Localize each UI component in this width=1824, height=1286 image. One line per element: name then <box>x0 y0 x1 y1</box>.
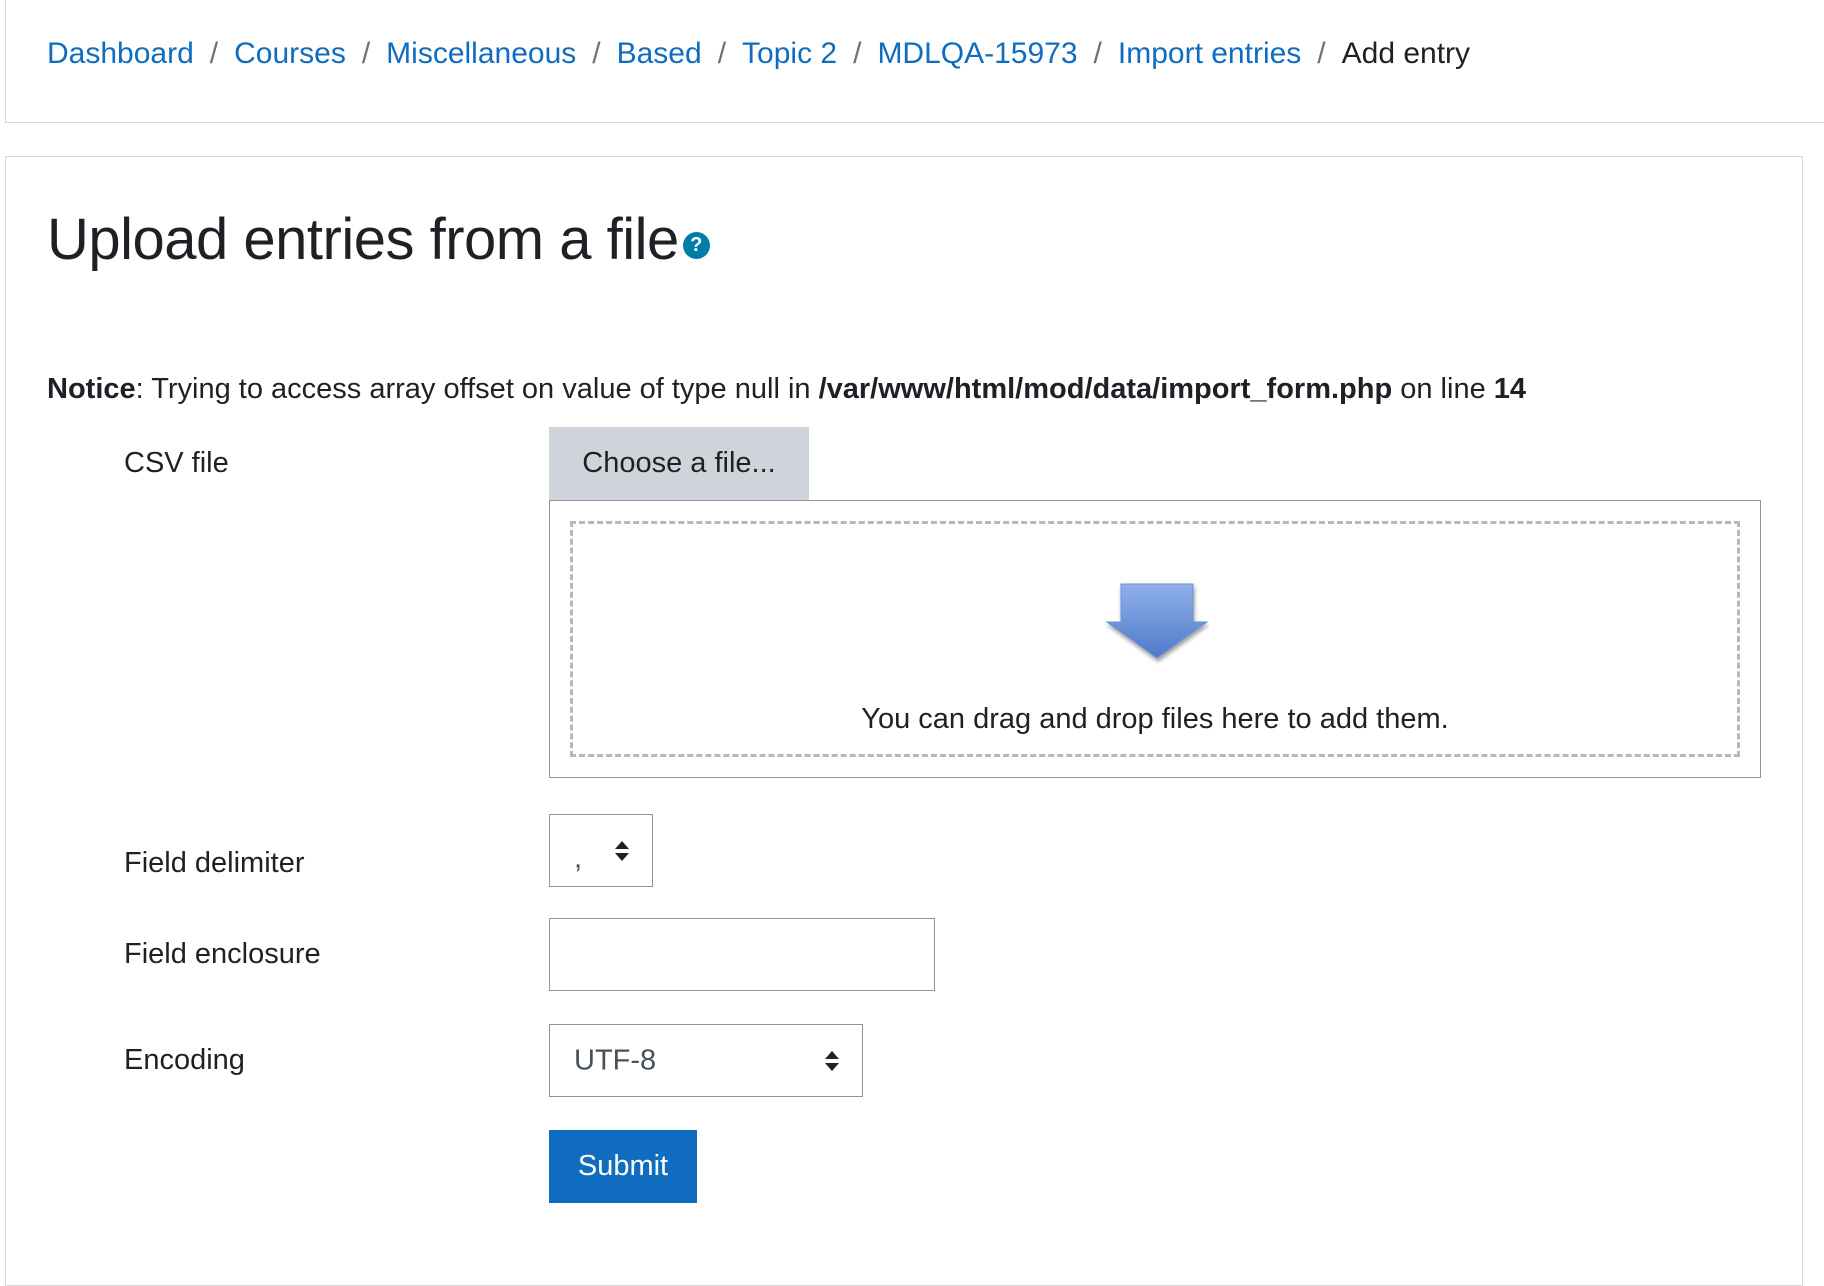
breadcrumb: Dashboard / Courses / Miscellaneous / Based / To… <box>47 36 1470 72</box>
notice-mid: on line <box>1392 373 1494 405</box>
breadcrumb-separator: / <box>1093 37 1102 70</box>
breadcrumb-separator: / <box>853 37 862 70</box>
breadcrumb-mdlqa[interactable]: MDLQA-15973 <box>877 37 1077 70</box>
notice-label: Notice <box>47 373 136 405</box>
page-title: Upload entries from a file? <box>47 205 710 275</box>
breadcrumb-dashboard[interactable]: Dashboard <box>47 37 194 70</box>
file-drop-area[interactable]: You can drag and drop files here to add … <box>570 521 1740 757</box>
down-arrow-icon <box>1105 583 1209 659</box>
breadcrumb-separator: / <box>592 37 601 70</box>
breadcrumb-separator: / <box>1317 37 1326 70</box>
breadcrumb-topic-2[interactable]: Topic 2 <box>742 37 837 70</box>
php-notice: Notice: Trying to access array offset on… <box>47 371 1526 407</box>
select-caret-icon <box>615 840 629 861</box>
field-delimiter-select[interactable]: , <box>549 814 653 887</box>
breadcrumb-current: Add entry <box>1341 37 1471 70</box>
breadcrumb-separator: / <box>717 37 727 70</box>
encoding-label: Encoding <box>124 1044 245 1076</box>
breadcrumb-based[interactable]: Based <box>617 37 702 70</box>
breadcrumb-bar: Dashboard / Courses / Miscellaneous / Based / To… <box>5 0 1824 123</box>
breadcrumb-import-entries[interactable]: Import entries <box>1118 37 1301 70</box>
field-enclosure-input[interactable] <box>549 918 935 991</box>
choose-file-button[interactable]: Choose a file... <box>549 427 809 500</box>
field-delimiter-label: Field delimiter <box>124 847 305 879</box>
field-delimiter-value: , <box>574 842 583 875</box>
main-content: Upload entries from a file? Notice: Tryi… <box>5 156 1803 1286</box>
field-enclosure-label: Field enclosure <box>124 938 321 970</box>
file-drop-zone[interactable]: You can drag and drop files here to add … <box>549 500 1761 778</box>
select-caret-icon <box>825 1050 839 1071</box>
breadcrumb-miscellaneous[interactable]: Miscellaneous <box>386 37 576 70</box>
breadcrumb-courses[interactable]: Courses <box>234 37 346 70</box>
encoding-select[interactable]: UTF-8 <box>549 1024 863 1097</box>
encoding-value: UTF-8 <box>574 1044 657 1076</box>
notice-path: /var/www/html/mod/data/import_form.php <box>818 373 1393 405</box>
page-title-text: Upload entries from a file <box>47 207 679 272</box>
csv-file-label: CSV file <box>124 447 229 479</box>
breadcrumb-separator: / <box>209 37 219 70</box>
question-circle-icon[interactable]: ? <box>682 232 710 259</box>
breadcrumb-separator: / <box>361 37 371 70</box>
notice-line: 14 <box>1493 373 1527 405</box>
submit-button[interactable]: Submit <box>549 1130 697 1203</box>
drop-zone-text: You can drag and drop files here to add … <box>861 703 1449 735</box>
notice-message: : Trying to access array offset on value… <box>135 373 819 405</box>
